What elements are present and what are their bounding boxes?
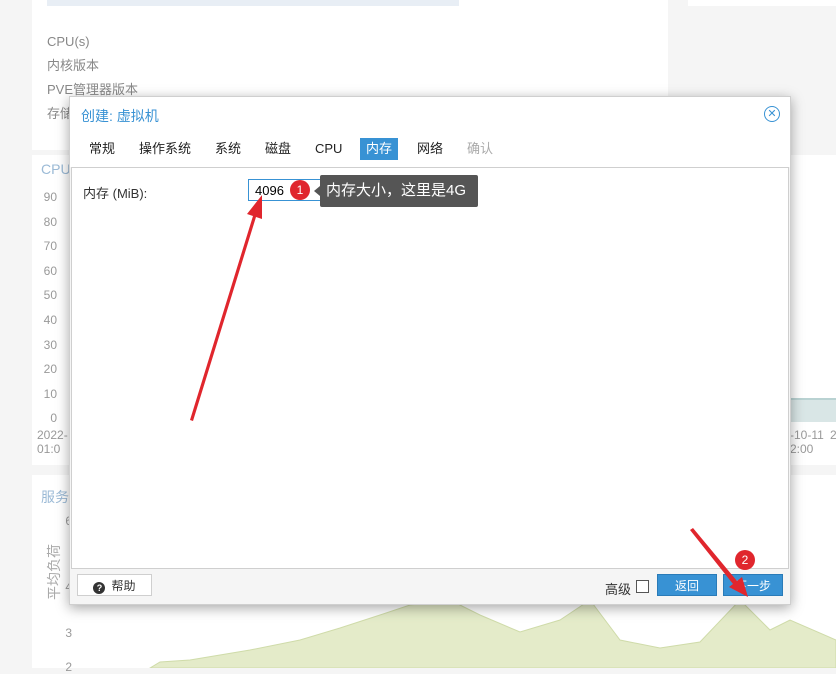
info-row-cpus: CPU(s) — [47, 34, 90, 49]
help-icon: ? — [93, 582, 106, 594]
x-axis-label-left-time: 01:0 — [37, 442, 61, 456]
info-row-kernel: 内核版本 — [47, 58, 100, 73]
tab-memory[interactable]: 内存 — [360, 138, 399, 160]
x-axis-label-right: -10-11 2:00 — [790, 428, 824, 456]
annotation-tooltip: 内存大小，这里是4G — [313, 175, 479, 207]
wizard-tabs: 常规 操作系统 系统 磁盘 CPU 内存 网络 确认 — [70, 133, 790, 167]
dialog-title: 创建: 虚拟机 — [81, 108, 159, 124]
cpu-y-tick: 80 — [43, 214, 57, 229]
cpu-y-tick: 50 — [43, 288, 57, 303]
cpu-y-tick: 40 — [43, 313, 57, 327]
cpu-chart-area — [788, 398, 836, 422]
tab-general[interactable]: 常规 — [83, 138, 121, 160]
cpu-y-tick: 70 — [43, 239, 57, 254]
background-progress-bar — [47, 0, 459, 6]
load-y-tick: 6 — [42, 514, 72, 528]
cpu-y-tick: 10 — [43, 386, 57, 401]
dialog-header: 创建: 虚拟机 ✕ — [70, 97, 790, 133]
tab-os[interactable]: 操作系统 — [133, 138, 197, 160]
close-icon[interactable]: ✕ — [764, 106, 780, 122]
cpu-y-tick: 90 — [43, 190, 57, 204]
tab-system[interactable]: 系统 — [209, 138, 247, 160]
cpu-y-tick: 60 — [43, 263, 57, 278]
x-axis-label-right-date: -10-11 — [790, 428, 824, 442]
load-y-tick: 3 — [65, 626, 72, 640]
background-top-right-panel — [688, 0, 836, 6]
load-y-tick: 2 — [65, 660, 72, 674]
load-axis-title: 平均负荷 — [46, 544, 62, 600]
next-button[interactable]: 下一步 — [723, 574, 783, 596]
tab-disk[interactable]: 磁盘 — [259, 138, 297, 160]
x-axis-label-right-edge: 2 — [830, 428, 836, 442]
back-button[interactable]: 返回 — [657, 574, 717, 596]
x-axis-label-left-date: 2022- — [37, 428, 68, 442]
memory-panel: 内存 (MiB): ▲▼ — [71, 167, 789, 569]
help-label: 帮助 — [111, 579, 136, 593]
cpu-y-tick: 20 — [43, 362, 57, 377]
cpu-panel-title: CPU — [41, 161, 71, 177]
x-axis-label-right-time: 2:00 — [790, 442, 814, 456]
cpu-y-tick: 0 — [50, 411, 57, 426]
service-panel-title: 服务 — [41, 489, 69, 505]
annotation-badge-1: 1 — [290, 180, 310, 200]
tab-cpu[interactable]: CPU — [309, 138, 348, 160]
create-vm-dialog: 创建: 虚拟机 ✕ 常规 操作系统 系统 磁盘 CPU 内存 网络 确认 内存 … — [69, 96, 791, 605]
memory-label: 内存 (MiB): — [83, 186, 148, 201]
tab-network[interactable]: 网络 — [411, 138, 449, 160]
annotation-badge-2: 2 — [735, 550, 755, 570]
advanced-label: 高级 — [605, 582, 632, 597]
help-button[interactable]: ? 帮助 — [77, 574, 152, 596]
tab-confirm: 确认 — [467, 141, 494, 156]
cpu-y-tick: 30 — [43, 337, 57, 352]
x-axis-label-left: 2022- 01:0 — [37, 428, 68, 456]
advanced-checkbox[interactable] — [636, 580, 649, 593]
